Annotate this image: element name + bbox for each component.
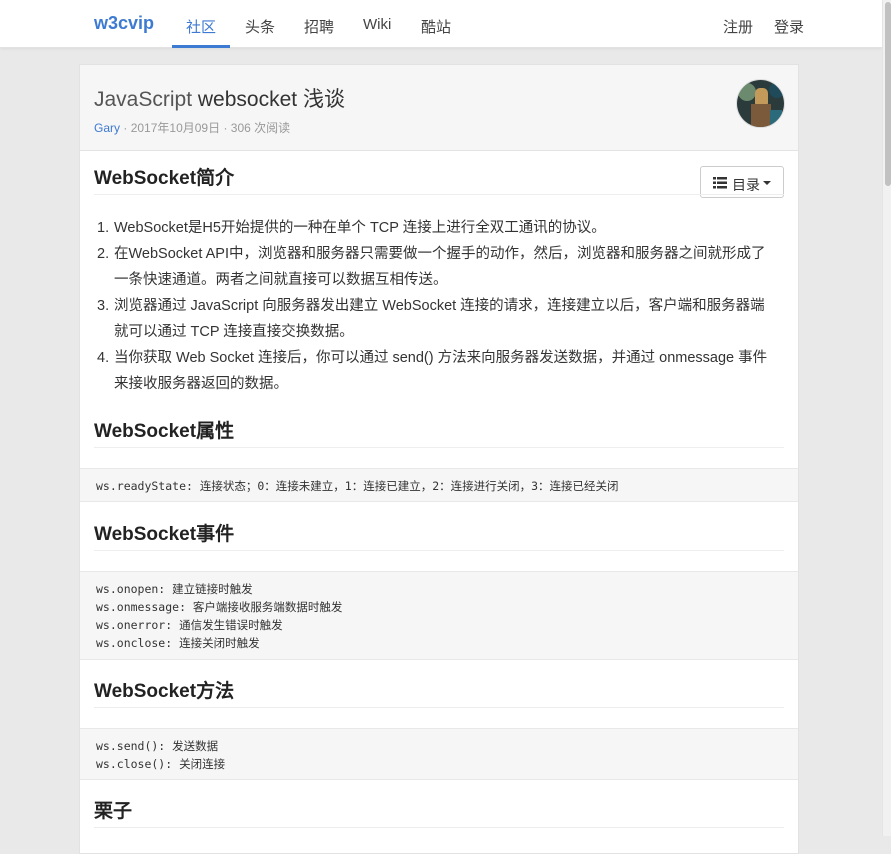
chevron-down-icon [763, 181, 771, 185]
register-link[interactable]: 注册 [723, 16, 753, 37]
code-line: ws.onmessage: 客户端接收服务端数据时触发 [96, 600, 343, 614]
read-count: 306 次阅读 [230, 121, 291, 135]
code-block-methods: ws.send(): 发送数据 ws.close(): 关闭连接 [80, 728, 798, 780]
login-link[interactable]: 登录 [774, 16, 804, 37]
list-item: 3. 浏览器通过 JavaScript 向服务器发出建立 WebSocket 连接… [97, 298, 765, 340]
section-heading-properties: WebSocket属性 [94, 416, 784, 448]
page-scrollbar[interactable] [882, 0, 891, 836]
section-heading-example: 栗子 [94, 796, 784, 828]
list-item: 4. 当你获取 Web Socket 连接后，你可以通过 send() 方法来向服… [97, 350, 768, 392]
scrollbar-thumb[interactable] [885, 2, 891, 186]
article-title-part-1: JavaScript [94, 88, 193, 111]
avatar-image [737, 80, 784, 127]
code-line: ws.send(): 发送数据 [96, 739, 219, 753]
top-navbar: w3cvip 社区 头条 招聘 Wiki 酷站 注册 登录 [0, 0, 882, 48]
meta-separator: · [123, 121, 128, 135]
active-tab-indicator [172, 45, 230, 48]
nav-item-wiki[interactable]: Wiki [363, 16, 391, 33]
code-block-properties: ws.readyState: 连接状态；0：连接未建立，1：连接已建立，2：连接… [80, 468, 798, 502]
meta-separator: · [223, 121, 228, 135]
article-meta: Gary · 2017年10月09日 · 306 次阅读 [94, 119, 290, 136]
article-title: JavaScript websocket 浅谈 [94, 83, 345, 113]
list-item: 2. 在WebSocket API中，浏览器和服务器只需要做一个握手的动作，然后，… [97, 246, 766, 288]
intro-list: 1. WebSocket是H5开始提供的一种在单个 TCP 连接上进行全双工通讯的… [94, 215, 774, 397]
author-link[interactable]: Gary [94, 121, 120, 135]
section-heading-methods: WebSocket方法 [94, 676, 784, 708]
nav-item-headlines[interactable]: 头条 [245, 16, 275, 37]
code-line: ws.close(): 关闭连接 [96, 757, 226, 771]
nav-item-cool-sites[interactable]: 酷站 [421, 16, 451, 37]
author-avatar[interactable] [736, 79, 785, 128]
toc-label: 目录 [732, 177, 760, 193]
nav-item-community[interactable]: 社区 [186, 16, 216, 37]
article-card: JavaScript websocket 浅谈 Gary · 2017年10月0… [79, 64, 799, 854]
section-heading-intro: WebSocket简介 [94, 163, 694, 195]
heading-divider [94, 194, 784, 195]
code-line: ws.onerror: 通信发生错误时触发 [96, 618, 283, 632]
brand-logo[interactable]: w3cvip [94, 13, 154, 34]
code-line: ws.onopen: 建立链接时触发 [96, 582, 253, 596]
code-line: ws.readyState: 连接状态；0：连接未建立，1：连接已建立，2：连接… [96, 479, 619, 493]
article-title-part-2: websocket 浅谈 [197, 88, 345, 111]
publish-date: 2017年10月09日 [130, 121, 221, 135]
section-heading-events: WebSocket事件 [94, 519, 784, 551]
nav-item-jobs[interactable]: 招聘 [304, 16, 334, 37]
list-icon [713, 177, 727, 189]
code-block-events: ws.onopen: 建立链接时触发 ws.onmessage: 客户端接收服务… [80, 571, 798, 660]
list-item: 1. WebSocket是H5开始提供的一种在单个 TCP 连接上进行全双工通讯的… [97, 220, 606, 236]
article-header: JavaScript websocket 浅谈 Gary · 2017年10月0… [80, 65, 798, 151]
code-line: ws.onclose: 连接关闭时触发 [96, 636, 260, 650]
